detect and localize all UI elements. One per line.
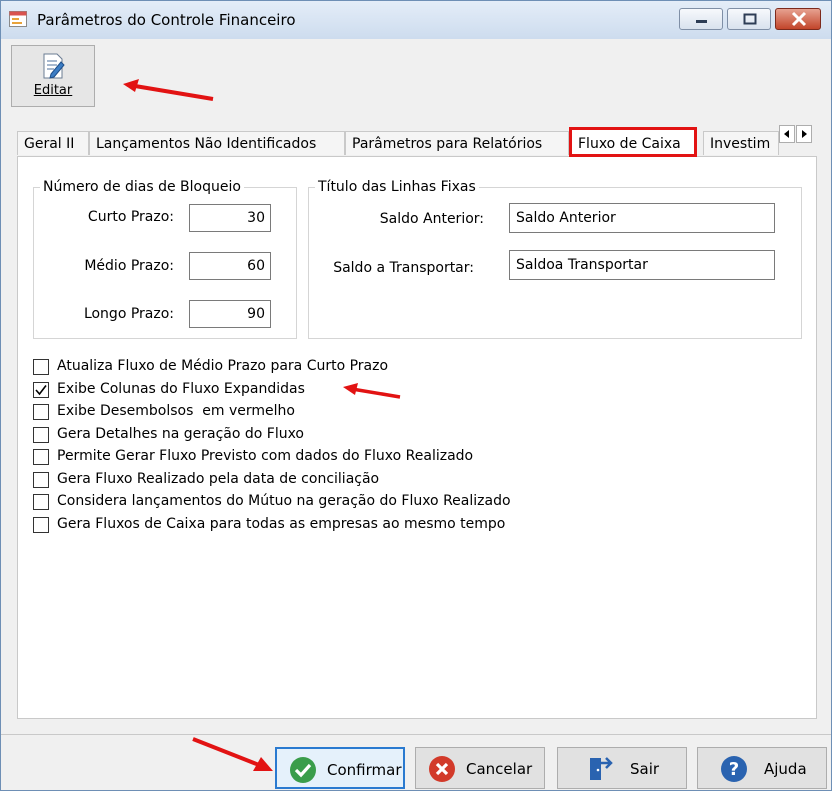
option-label: Permite Gerar Fluxo Previsto com dados d… bbox=[57, 448, 474, 464]
checkbox[interactable] bbox=[33, 517, 49, 533]
blocking-days-legend: Número de dias de Bloqueio bbox=[43, 179, 241, 195]
tab-geral-ii[interactable]: Geral II bbox=[17, 131, 89, 155]
dialog-window: Parâmetros do Controle Financeiro Editar… bbox=[0, 0, 832, 791]
minimize-icon bbox=[696, 20, 707, 23]
help-label: Ajuda bbox=[764, 760, 807, 778]
tab-strip: Geral II Lançamentos Não Identificados P… bbox=[17, 125, 817, 157]
confirm-label: Confirmar bbox=[327, 761, 402, 779]
checkbox[interactable] bbox=[33, 427, 49, 443]
cancel-button[interactable]: Cancelar bbox=[415, 747, 545, 789]
checkbox[interactable] bbox=[33, 404, 49, 420]
help-button[interactable]: ? Ajuda bbox=[697, 747, 827, 789]
option-forecast-from-realized[interactable]: Permite Gerar Fluxo Previsto com dados d… bbox=[33, 448, 593, 468]
tab-scroll-right-button[interactable] bbox=[796, 125, 812, 143]
cancel-label: Cancelar bbox=[466, 760, 533, 778]
checkbox[interactable] bbox=[33, 494, 49, 510]
close-icon bbox=[791, 11, 807, 27]
option-realized-by-reconciliation[interactable]: Gera Fluxo Realizado pela data de concil… bbox=[33, 471, 593, 491]
short-term-input[interactable]: 30 bbox=[189, 204, 271, 232]
confirm-button[interactable]: Confirmar bbox=[275, 747, 405, 789]
tab-parametros-relatorios[interactable]: Parâmetros para Relatórios bbox=[345, 131, 569, 155]
chevron-left-icon bbox=[784, 130, 789, 138]
edit-document-icon bbox=[43, 53, 65, 79]
option-label: Exibe Colunas do Fluxo Expandidas bbox=[57, 381, 305, 397]
tab-lancamentos-nao-identificados[interactable]: Lançamentos Não Identificados bbox=[89, 131, 345, 155]
previous-balance-input[interactable]: Saldo Anterior bbox=[509, 203, 775, 233]
option-show-expanded-columns[interactable]: Exibe Colunas do Fluxo Expandidas bbox=[33, 381, 453, 401]
close-button[interactable] bbox=[775, 8, 821, 30]
medium-term-label: Médio Prazo: bbox=[84, 258, 174, 274]
edit-button-label: Editar bbox=[33, 83, 73, 98]
transport-balance-label: Saldo a Transportar: bbox=[333, 260, 474, 276]
chevron-right-icon bbox=[802, 130, 807, 138]
svg-text:?: ? bbox=[729, 759, 739, 780]
tab-panel-fluxo-de-caixa: Número de dias de Bloqueio Curto Prazo: … bbox=[17, 156, 817, 719]
tab-scroll-left-button[interactable] bbox=[779, 125, 795, 143]
edit-button[interactable]: Editar bbox=[11, 45, 95, 107]
tab-scroll-controls bbox=[779, 125, 813, 145]
exit-button[interactable]: Sair bbox=[557, 747, 687, 789]
option-label: Gera Detalhes na geração do Fluxo bbox=[57, 426, 304, 442]
short-term-label: Curto Prazo: bbox=[87, 209, 174, 225]
window-title: Parâmetros do Controle Financeiro bbox=[37, 11, 296, 29]
tab-investimentos[interactable]: Investim bbox=[703, 131, 779, 155]
checkbox[interactable] bbox=[33, 449, 49, 465]
check-circle-icon bbox=[290, 757, 316, 783]
cancel-circle-icon bbox=[429, 756, 455, 782]
footer-bar: Confirmar Cancelar Sair ? Ajuda bbox=[1, 734, 831, 790]
check-icon bbox=[35, 385, 47, 396]
app-icon bbox=[9, 11, 27, 27]
option-label: Exibe Desembolsos em vermelho bbox=[57, 403, 295, 419]
long-term-input[interactable]: 90 bbox=[189, 300, 271, 328]
fixed-lines-legend: Título das Linhas Fixas bbox=[318, 179, 476, 195]
transport-balance-input[interactable]: Saldoa Transportar bbox=[509, 250, 775, 280]
minimize-button[interactable] bbox=[679, 8, 723, 30]
option-disbursements-red[interactable]: Exibe Desembolsos em vermelho bbox=[33, 403, 453, 423]
option-all-companies[interactable]: Gera Fluxos de Caixa para todas as empre… bbox=[33, 516, 593, 536]
option-label: Gera Fluxos de Caixa para todas as empre… bbox=[57, 516, 506, 532]
toolbar: Editar bbox=[1, 39, 831, 115]
option-label: Atualiza Fluxo de Médio Prazo para Curto… bbox=[57, 358, 389, 374]
long-term-label: Longo Prazo: bbox=[83, 306, 174, 322]
option-label: Gera Fluxo Realizado pela data de concil… bbox=[57, 471, 380, 487]
maximize-button[interactable] bbox=[727, 8, 771, 30]
tab-fluxo-de-caixa[interactable]: Fluxo de Caixa bbox=[569, 127, 697, 157]
checkbox[interactable] bbox=[33, 472, 49, 488]
option-mutual-entries[interactable]: Considera lançamentos do Mútuo na geraçã… bbox=[33, 493, 593, 513]
checkbox[interactable] bbox=[33, 359, 49, 375]
help-icon: ? bbox=[721, 756, 747, 782]
option-label: Considera lançamentos do Mútuo na geraçã… bbox=[57, 493, 511, 509]
title-bar: Parâmetros do Controle Financeiro bbox=[1, 1, 831, 39]
exit-label: Sair bbox=[630, 760, 660, 778]
medium-term-input[interactable]: 60 bbox=[189, 252, 271, 280]
previous-balance-label: Saldo Anterior: bbox=[379, 211, 484, 227]
maximize-icon bbox=[743, 13, 757, 25]
option-generate-details[interactable]: Gera Detalhes na geração do Fluxo bbox=[33, 426, 453, 446]
option-update-medium-to-short[interactable]: Atualiza Fluxo de Médio Prazo para Curto… bbox=[33, 358, 453, 378]
exit-door-icon bbox=[590, 757, 613, 780]
checkbox-checked[interactable] bbox=[33, 382, 49, 398]
